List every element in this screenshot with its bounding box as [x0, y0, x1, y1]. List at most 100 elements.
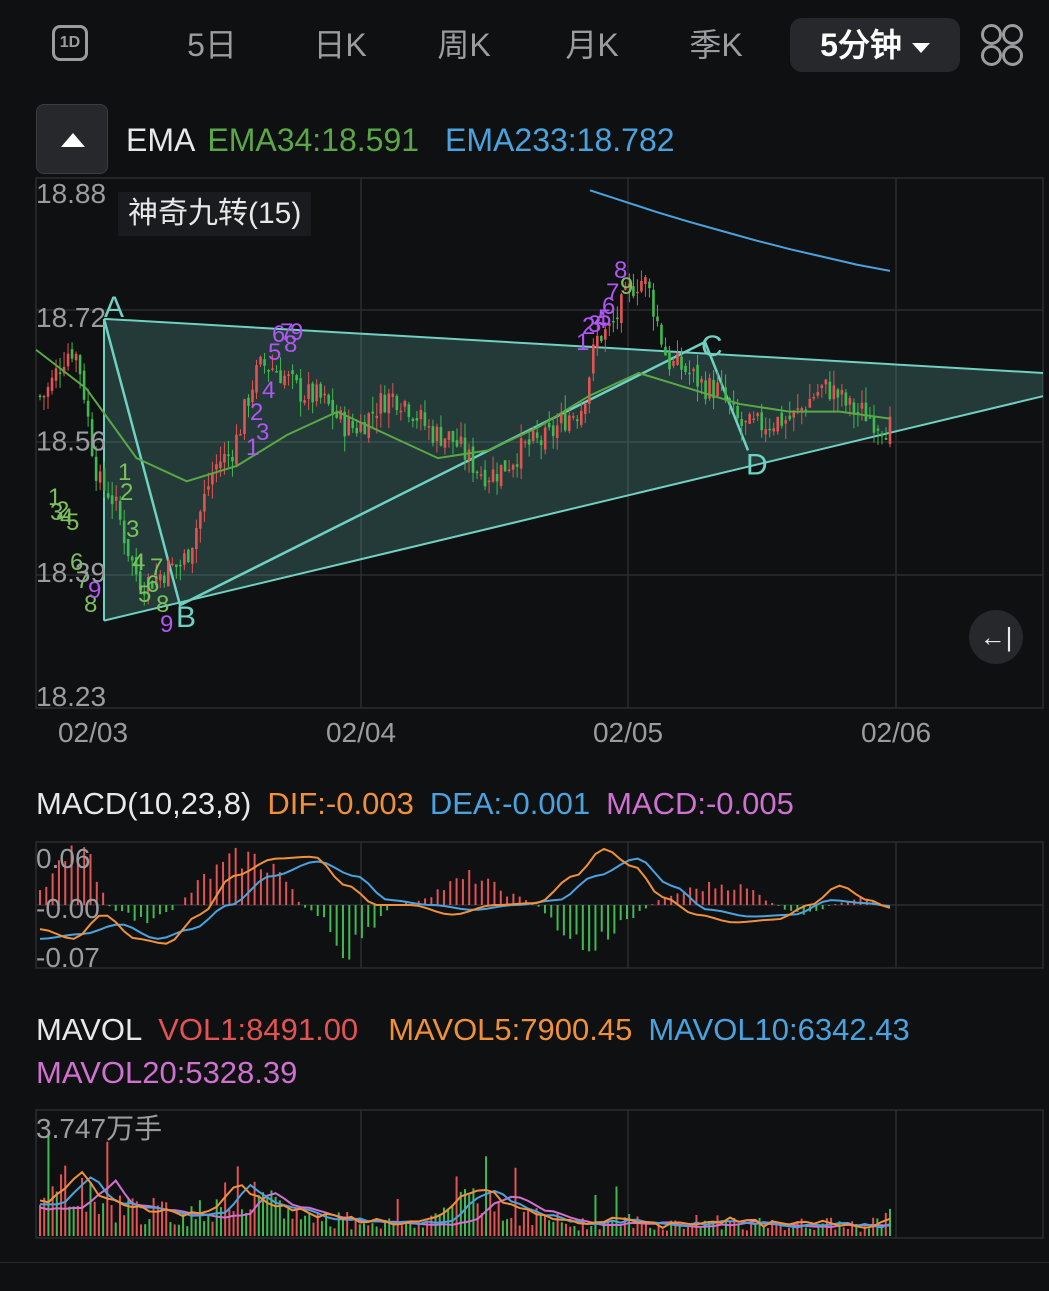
candle-body — [543, 427, 547, 450]
td-sequential-tag[interactable]: 神奇九转(15) — [118, 192, 312, 236]
candle-body — [50, 377, 54, 391]
candle-body — [668, 351, 671, 370]
candle-body — [315, 384, 318, 402]
candle-body — [94, 456, 98, 481]
candle-body — [167, 560, 170, 587]
candle-body — [760, 412, 763, 431]
candle-body — [824, 379, 828, 385]
candle-body — [235, 434, 238, 465]
candle-body — [551, 425, 555, 437]
candle-body — [191, 547, 194, 564]
candle-body — [704, 380, 707, 400]
candle-body — [876, 428, 880, 431]
candle-body — [223, 453, 226, 463]
candle-body — [311, 383, 314, 403]
candle-body — [563, 410, 567, 431]
candle-body — [748, 414, 751, 424]
candle-body — [872, 416, 876, 433]
candle-body — [864, 402, 868, 422]
mavol-legend: MAVOL VOL1:8491.00 MAVOL5:7900.45 MAVOL10:6… — [36, 1012, 926, 1048]
candle-body — [38, 395, 42, 398]
candle-body — [575, 419, 579, 422]
candle-body — [295, 375, 298, 381]
candle-body — [259, 356, 262, 365]
candle-body — [880, 433, 884, 437]
candle-body — [267, 370, 270, 372]
candle-body — [519, 438, 523, 469]
date-tick-label: 02/03 — [58, 717, 128, 748]
candle-body — [407, 404, 411, 418]
candle-body — [199, 511, 202, 529]
candle-body — [435, 426, 439, 442]
candle-body — [283, 375, 286, 386]
back-to-latest-icon[interactable]: ←| — [969, 610, 1023, 664]
pattern-point-label: B — [176, 601, 196, 634]
candle-body — [808, 398, 812, 408]
candle-body — [187, 549, 190, 563]
candle-body — [800, 408, 804, 411]
candle-body — [816, 392, 820, 396]
candle-body — [700, 378, 703, 383]
abcd-pattern: A B C D — [102, 291, 1044, 634]
candle-body — [86, 400, 90, 417]
candle-body — [764, 429, 768, 435]
candle-body — [106, 493, 110, 498]
candle-body — [415, 418, 419, 421]
candle-body — [54, 368, 58, 381]
candle-body — [98, 471, 102, 483]
candle-body — [323, 393, 326, 396]
candle-body — [483, 469, 487, 487]
macd-value: MACD:-0.005 — [606, 786, 794, 821]
candle-body — [479, 474, 483, 476]
candle-body — [644, 277, 647, 285]
candle-body — [507, 469, 511, 472]
dea-value: DEA:-0.001 — [429, 786, 591, 821]
candle-body — [523, 441, 527, 444]
candle-body — [511, 464, 515, 470]
candle-body — [263, 359, 266, 366]
candle-body — [636, 291, 639, 294]
candle-body — [162, 575, 166, 584]
candle-body — [571, 416, 575, 418]
candle-body — [487, 480, 491, 483]
dea-line — [39, 857, 891, 940]
candle-body — [567, 415, 571, 431]
candle-body — [515, 464, 519, 467]
candle-body — [447, 431, 451, 440]
candle-body — [531, 430, 535, 441]
dif-value: DIF:-0.003 — [267, 786, 414, 821]
candle-body — [227, 454, 230, 457]
candle-body — [656, 316, 659, 322]
candle-body — [427, 426, 431, 428]
candle-body — [78, 355, 82, 375]
date-tick-label: 02/05 — [593, 717, 663, 748]
date-tick-label: 02/04 — [326, 717, 396, 748]
candle-body — [535, 432, 539, 438]
candle-body — [303, 400, 306, 403]
volume-panel — [39, 1133, 891, 1236]
candle-body — [688, 372, 691, 375]
mavol20-legend: MAVOL20:5328.39 — [36, 1055, 313, 1091]
candle-body — [555, 425, 559, 439]
candle-body — [796, 408, 800, 410]
candle-body — [291, 370, 294, 375]
candle-body — [583, 403, 587, 414]
candle-body — [319, 383, 322, 398]
price-tick-label: 18.39 — [36, 557, 106, 588]
candle-body — [579, 410, 583, 425]
candle-body — [716, 382, 719, 397]
candle-body — [203, 493, 206, 512]
candle-body — [211, 474, 214, 485]
candle-body — [387, 393, 391, 414]
candle-body — [616, 317, 619, 320]
candle-body — [171, 563, 174, 566]
candle-body — [239, 434, 242, 436]
candle-body — [74, 353, 78, 361]
candle-body — [395, 395, 399, 411]
candle-body — [664, 346, 667, 356]
macd-tick-label: -0.00 — [36, 893, 100, 924]
candle-body — [102, 468, 106, 491]
candle-body — [175, 564, 178, 568]
candle-body — [499, 464, 503, 487]
macd-panel — [39, 845, 891, 960]
